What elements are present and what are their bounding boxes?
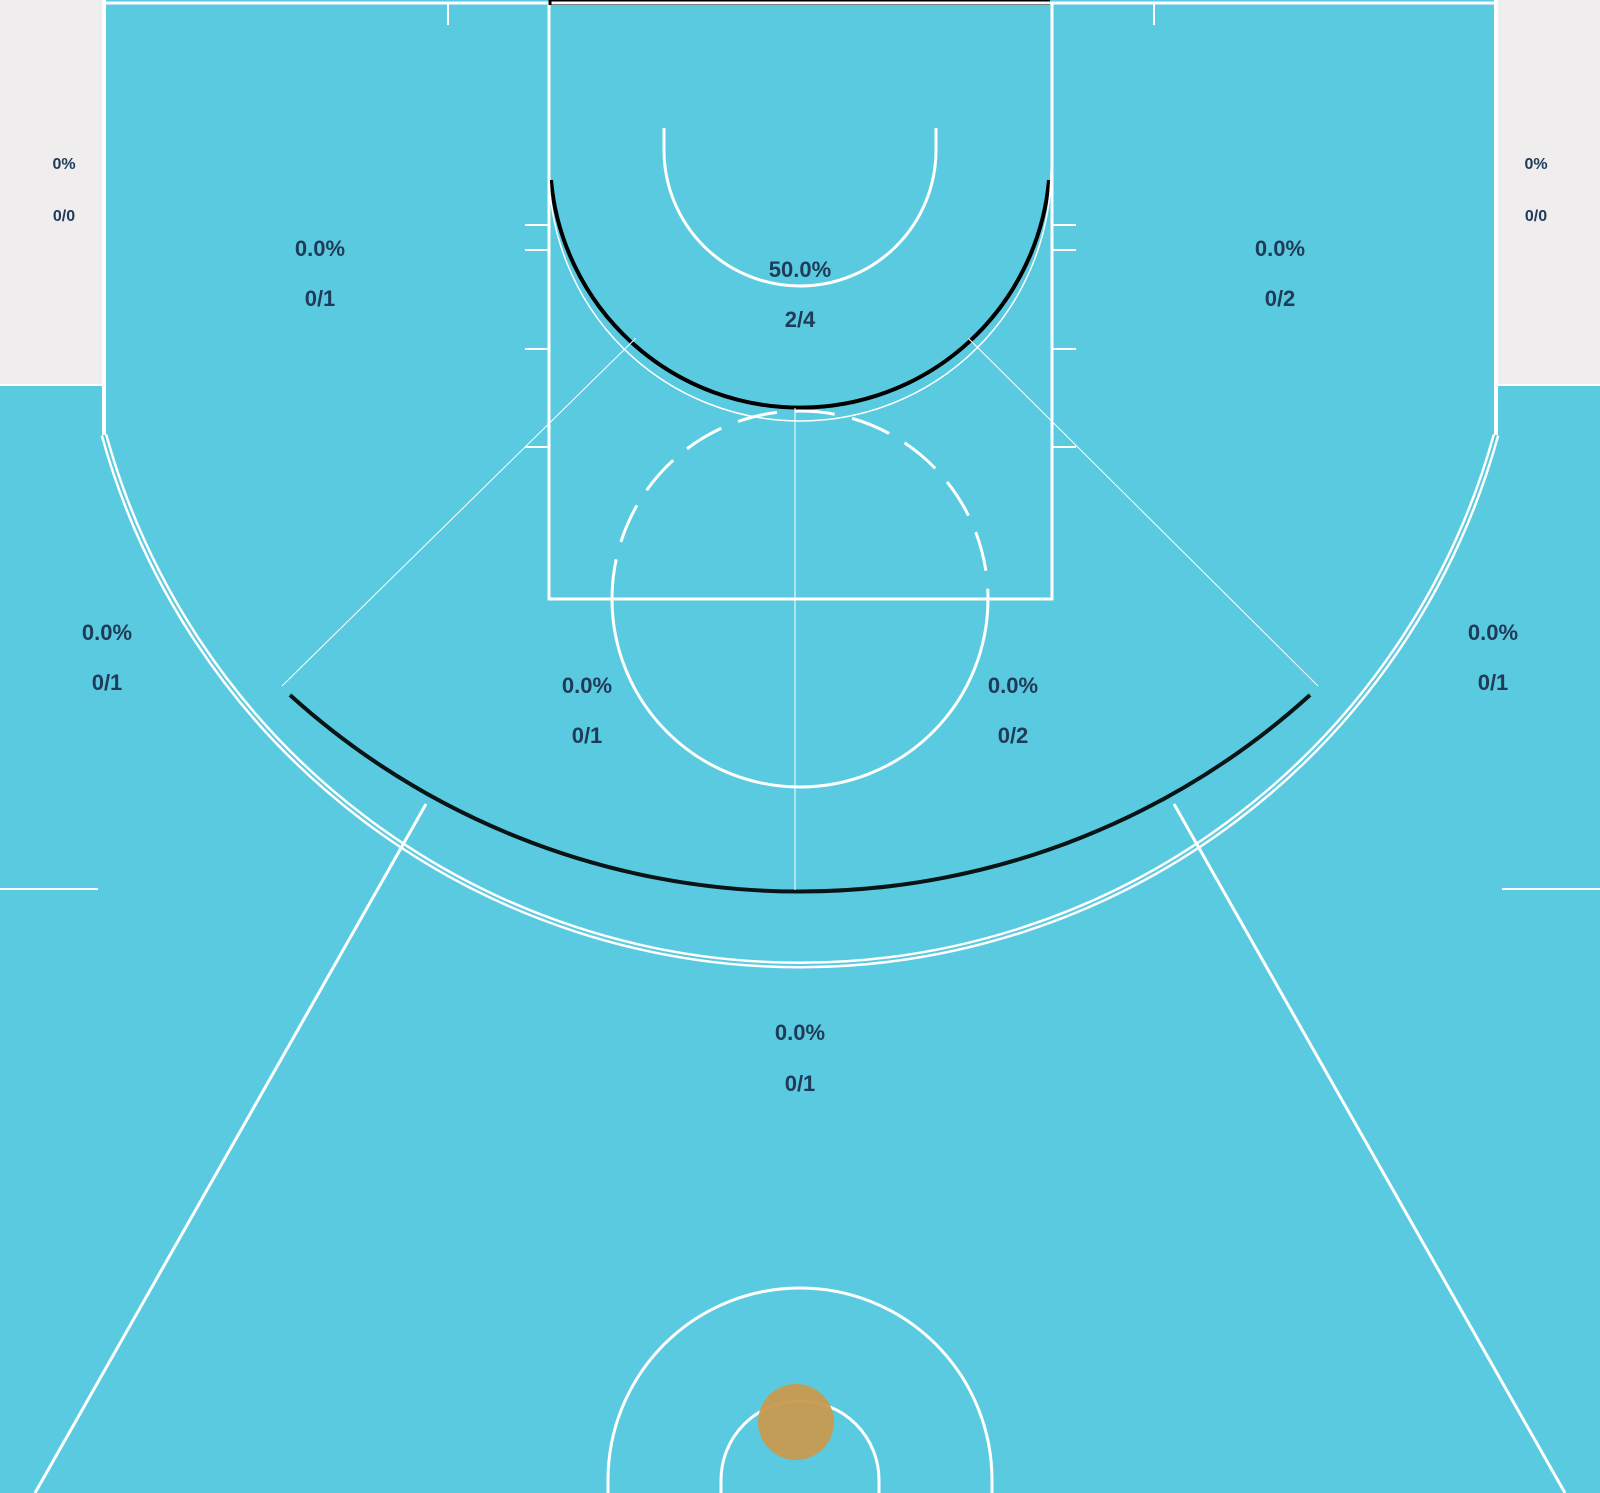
zone-made-attempted: 0/0	[1525, 208, 1547, 225]
zone-pct: 0.0%	[295, 236, 345, 261]
zone-pct: 0.0%	[82, 620, 132, 645]
zone-pct: 0%	[52, 156, 75, 173]
zone-made-attempted: 0/1	[572, 723, 603, 748]
zone-pct: 0.0%	[1468, 620, 1518, 645]
shot-chart-court: 0% 0/0 0% 0/0 0.0% 0/1 50.0% 2/4 0.0% 0/…	[0, 0, 1600, 1493]
zone-made-attempted: 0/2	[998, 723, 1029, 748]
zone-made-attempted: 2/4	[785, 307, 816, 332]
zone-made-attempted: 0/0	[53, 208, 75, 225]
zone-made-attempted: 0/1	[305, 286, 336, 311]
zone-made-attempted: 0/1	[1478, 670, 1509, 695]
zone-pct: 0%	[1524, 156, 1547, 173]
zone-made-attempted: 0/1	[785, 1071, 816, 1096]
zone-pct: 0.0%	[775, 1020, 825, 1045]
zone-pct: 0.0%	[1255, 236, 1305, 261]
court-floor-lower	[0, 385, 1600, 1493]
zone-pct: 0.0%	[562, 673, 612, 698]
zone-pct: 0.0%	[988, 673, 1038, 698]
zone-made-attempted: 0/1	[92, 670, 123, 695]
zone-pct: 50.0%	[769, 257, 831, 282]
zone-made-attempted: 0/2	[1265, 286, 1296, 311]
basketball-icon	[758, 1384, 834, 1460]
